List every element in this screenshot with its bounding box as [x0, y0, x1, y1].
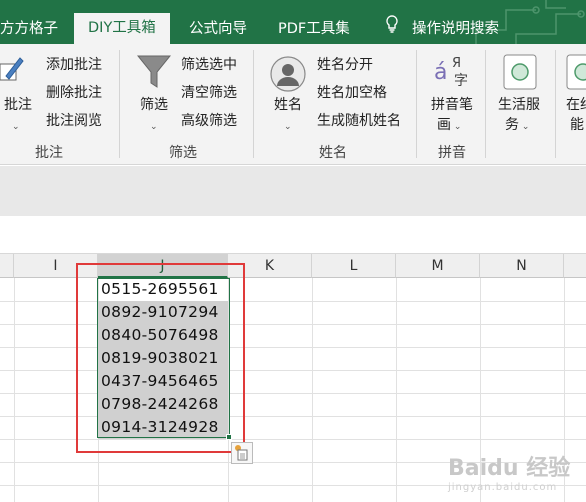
clipboard-icon [235, 445, 248, 461]
column-header-m[interactable]: M [396, 254, 480, 278]
random-name-button[interactable]: 生成随机姓名 [317, 112, 401, 130]
name-group-label: 姓名 [319, 145, 347, 161]
user-avatar-icon [270, 56, 306, 92]
highlight-annotation-box [76, 263, 245, 453]
tab-formula-wizard[interactable]: 公式向导 [189, 14, 247, 44]
online-service-label-2: 能 [570, 117, 584, 133]
view-comment-button[interactable]: 批注阅览 [46, 112, 102, 130]
group-separator [416, 50, 417, 158]
pinyin-big-label-1: 拼音笔 [431, 97, 473, 113]
clear-filter-button[interactable]: 清空筛选 [181, 84, 237, 102]
life-service-label-1: 生活服 [498, 97, 540, 113]
ribbon-panel: 批注 ⌄ 添加批注 删除批注 批注阅览 批注 筛选 ⌄ 筛选选中 清空筛选 高级… [0, 44, 586, 165]
group-separator [485, 50, 486, 158]
column-header-l[interactable]: L [312, 254, 396, 278]
pinyin-icon: á Я 字 [434, 56, 468, 89]
baidu-watermark: Baidu 经验 jingyan.baidu.com [448, 456, 571, 493]
blank-toolbar-area [0, 216, 586, 254]
filter-selected-button[interactable]: 筛选选中 [181, 56, 237, 74]
column-header-partial[interactable] [564, 254, 586, 278]
lightbulb-icon [386, 14, 398, 44]
tell-me-label: 操作说明搜索 [412, 21, 499, 37]
tab-tell-me-search[interactable]: 操作说明搜索 [386, 14, 499, 44]
split-name-button[interactable]: 姓名分开 [317, 56, 373, 74]
chevron-down-icon: ⌄ [284, 122, 292, 132]
online-service-label-1: 在约 [566, 97, 586, 113]
pinyin-big-label-2: 画 ⌄ [437, 117, 462, 133]
excel-window: 方方格子 DIY工具箱 公式向导 PDF工具集 操作说明搜索 批注 ⌄ 添加批注… [0, 0, 586, 502]
life-service-icon [503, 54, 537, 90]
formula-bar-area [0, 166, 586, 216]
comment-group-label: 批注 [35, 145, 63, 161]
chevron-down-icon: ⌄ [150, 122, 158, 132]
group-separator [119, 50, 120, 158]
tab-pdf-tools[interactable]: PDF工具集 [278, 14, 350, 44]
funnel-icon [137, 55, 171, 88]
filter-big-label: 筛选 [140, 97, 168, 113]
advanced-filter-button[interactable]: 高级筛选 [181, 112, 237, 130]
add-comment-button[interactable]: 添加批注 [46, 56, 102, 74]
paste-options-button[interactable] [231, 442, 253, 464]
tab-diy-toolbox[interactable]: DIY工具箱 [74, 13, 170, 44]
ribbon-tab-bar: 方方格子 DIY工具箱 公式向导 PDF工具集 操作说明搜索 [0, 0, 586, 44]
name-big-label: 姓名 [274, 97, 302, 113]
group-separator [253, 50, 254, 158]
filter-group-label: 筛选 [169, 145, 197, 161]
chevron-down-icon: ⌄ [12, 122, 20, 132]
pencil-comment-icon [0, 57, 24, 81]
name-add-space-button[interactable]: 姓名加空格 [317, 84, 387, 102]
delete-comment-button[interactable]: 删除批注 [46, 84, 102, 102]
column-header-partial[interactable] [0, 254, 14, 278]
online-service-icon [566, 54, 586, 90]
comment-big-label: 批注 [4, 97, 32, 113]
tab-fangfanggezi[interactable]: 方方格子 [0, 14, 58, 44]
pinyin-group-label: 拼音 [438, 145, 466, 161]
group-separator [555, 50, 556, 158]
life-service-label-2: 务 ⌄ [505, 117, 530, 133]
column-header-n[interactable]: N [480, 254, 564, 278]
